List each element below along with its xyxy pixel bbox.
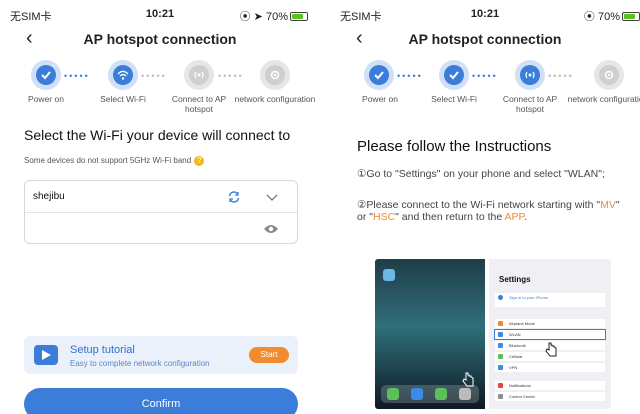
app-icon (383, 269, 395, 281)
check-icon (449, 71, 459, 80)
settings-row-label: Airplane Mode (509, 321, 535, 326)
wifi-icon (117, 70, 129, 80)
step-connector: ••••• (141, 71, 167, 81)
highlight-hsc: HSC (372, 211, 396, 223)
settings-row-label: Cellular (509, 354, 523, 359)
tutorial-subtitle: Easy to complete network configuration (70, 359, 210, 368)
step-label: Select Wi-Fi (100, 94, 146, 104)
band-note: Some devices do not support 5GHz Wi-Fi b… (24, 156, 205, 166)
settings-row: Notifications (495, 381, 605, 390)
tutorial-title: Setup tutorial (70, 344, 135, 356)
settings-row-label: WLAN (509, 332, 521, 337)
page-title: AP hotspot connection (408, 31, 562, 47)
ssid-row[interactable]: shejibu (25, 181, 297, 213)
wifi-form: shejibu (24, 180, 298, 244)
instruction-step-1: ①Go to "Settings" on your phone and sele… (357, 168, 605, 180)
step-label: Select Wi-Fi (431, 94, 477, 104)
settings-row: Sign in to your iPhone (495, 293, 605, 307)
step-network-config (594, 60, 624, 90)
step-label: Power on (362, 94, 398, 104)
instruction-step-2: ②Please connect to the Wi-Fi network sta… (357, 199, 627, 223)
setup-tutorial-banner[interactable]: Setup tutorial Easy to complete network … (24, 336, 298, 374)
step-label: network configuration (234, 94, 316, 104)
highlight-app: APP (504, 211, 525, 223)
step-connect-ap (184, 60, 214, 90)
password-row (25, 213, 297, 245)
wifi-selection-screen: 无SIM卡 10:21 ⦿ ➤ 70% ‹ AP hotspot connect… (0, 0, 320, 414)
settings-icon (604, 70, 614, 80)
battery-percent: 70% (265, 11, 288, 23)
nav-bar: ‹ AP hotspot connection (330, 28, 640, 50)
step-connector: ••••• (472, 71, 498, 81)
nav-bar: ‹ AP hotspot connection (0, 28, 320, 50)
step-connector: ••••• (218, 71, 244, 81)
status-bar: 无SIM卡 10:21 ⦿ ➤ 70% (0, 0, 320, 24)
settings-row-label: Bluetooth (509, 343, 526, 348)
step-label: network configuration (567, 94, 640, 104)
confirm-button[interactable]: Confirm (24, 388, 298, 414)
settings-row-label: Control Center (509, 394, 536, 399)
band-note-text: Some devices do not support 5GHz Wi-Fi b… (24, 156, 192, 165)
instructions-screen: 无SIM卡 10:21 ⦿ 70% ‹ AP hotspot connectio… (330, 0, 640, 414)
dock (381, 385, 479, 403)
page-title: AP hotspot connection (83, 31, 237, 47)
step-power-on (31, 60, 61, 90)
step-connector: ••••• (64, 71, 90, 81)
step-connector: ••••• (548, 71, 574, 81)
instruction-screenshot: Settings Sign in to your iPhone Airplane… (375, 259, 611, 409)
eye-icon[interactable] (263, 223, 279, 235)
home-screen-image (375, 259, 485, 409)
step-select-wifi (108, 60, 138, 90)
instruction-text: ②Please connect to the Wi-Fi network sta… (357, 199, 601, 211)
play-icon (34, 345, 58, 365)
battery-percent: 70% (597, 11, 620, 23)
step-connector: ••••• (397, 71, 423, 81)
progress-steps: ••••• ••••• ••••• Power on Select Wi-Fi … (0, 60, 320, 116)
chevron-down-icon[interactable] (265, 190, 279, 204)
settings-row-label: Notifications (509, 383, 531, 388)
password-input[interactable] (33, 221, 253, 237)
step-connect-ap (515, 60, 545, 90)
highlight-mv: MV (600, 199, 616, 211)
battery-status: ⦿ 70% (584, 8, 640, 24)
instruction-text: " and then return to the (395, 211, 505, 223)
settings-screen-image: Settings Sign in to your iPhone Airplane… (489, 259, 611, 409)
battery-icon (290, 12, 308, 21)
check-icon (374, 71, 384, 80)
settings-row-label: VPN (509, 365, 518, 370)
step-label: Connect to AP hotspot (171, 94, 227, 114)
settings-row: WLAN (494, 329, 606, 340)
settings-row: VPN (495, 363, 605, 372)
check-icon (41, 71, 51, 80)
ssid-value: shejibu (33, 191, 65, 202)
step-select-wifi (439, 60, 469, 90)
help-icon[interactable]: ? (194, 156, 205, 166)
settings-row: Control Center (495, 392, 605, 401)
settings-row-label: Sign in to your iPhone (509, 295, 549, 300)
battery-icon (622, 12, 640, 21)
hotspot-icon (525, 71, 535, 79)
refresh-icon[interactable] (227, 190, 241, 204)
step-network-config (260, 60, 290, 90)
step-power-on (364, 60, 394, 90)
section-heading: Select the Wi-Fi your device will connec… (24, 127, 291, 143)
settings-row: Airplane Mode (495, 319, 605, 328)
settings-icon (270, 70, 280, 80)
step-label: Connect to AP hotspot (502, 94, 558, 114)
step-label: Power on (28, 94, 64, 104)
progress-steps: ••••• ••••• ••••• Power on Select Wi-Fi … (330, 60, 640, 116)
battery-status: ⦿ ➤ 70% (240, 8, 308, 24)
settings-title: Settings (499, 275, 531, 284)
instructions-title: Please follow the Instructions (357, 138, 552, 155)
start-button[interactable]: Start (249, 347, 289, 363)
status-bar: 无SIM卡 10:21 ⦿ 70% (330, 0, 640, 24)
hotspot-icon (194, 71, 204, 79)
hand-pointer-icon (462, 372, 474, 387)
hand-pointer-icon (545, 342, 557, 357)
instruction-text: . (524, 211, 528, 223)
